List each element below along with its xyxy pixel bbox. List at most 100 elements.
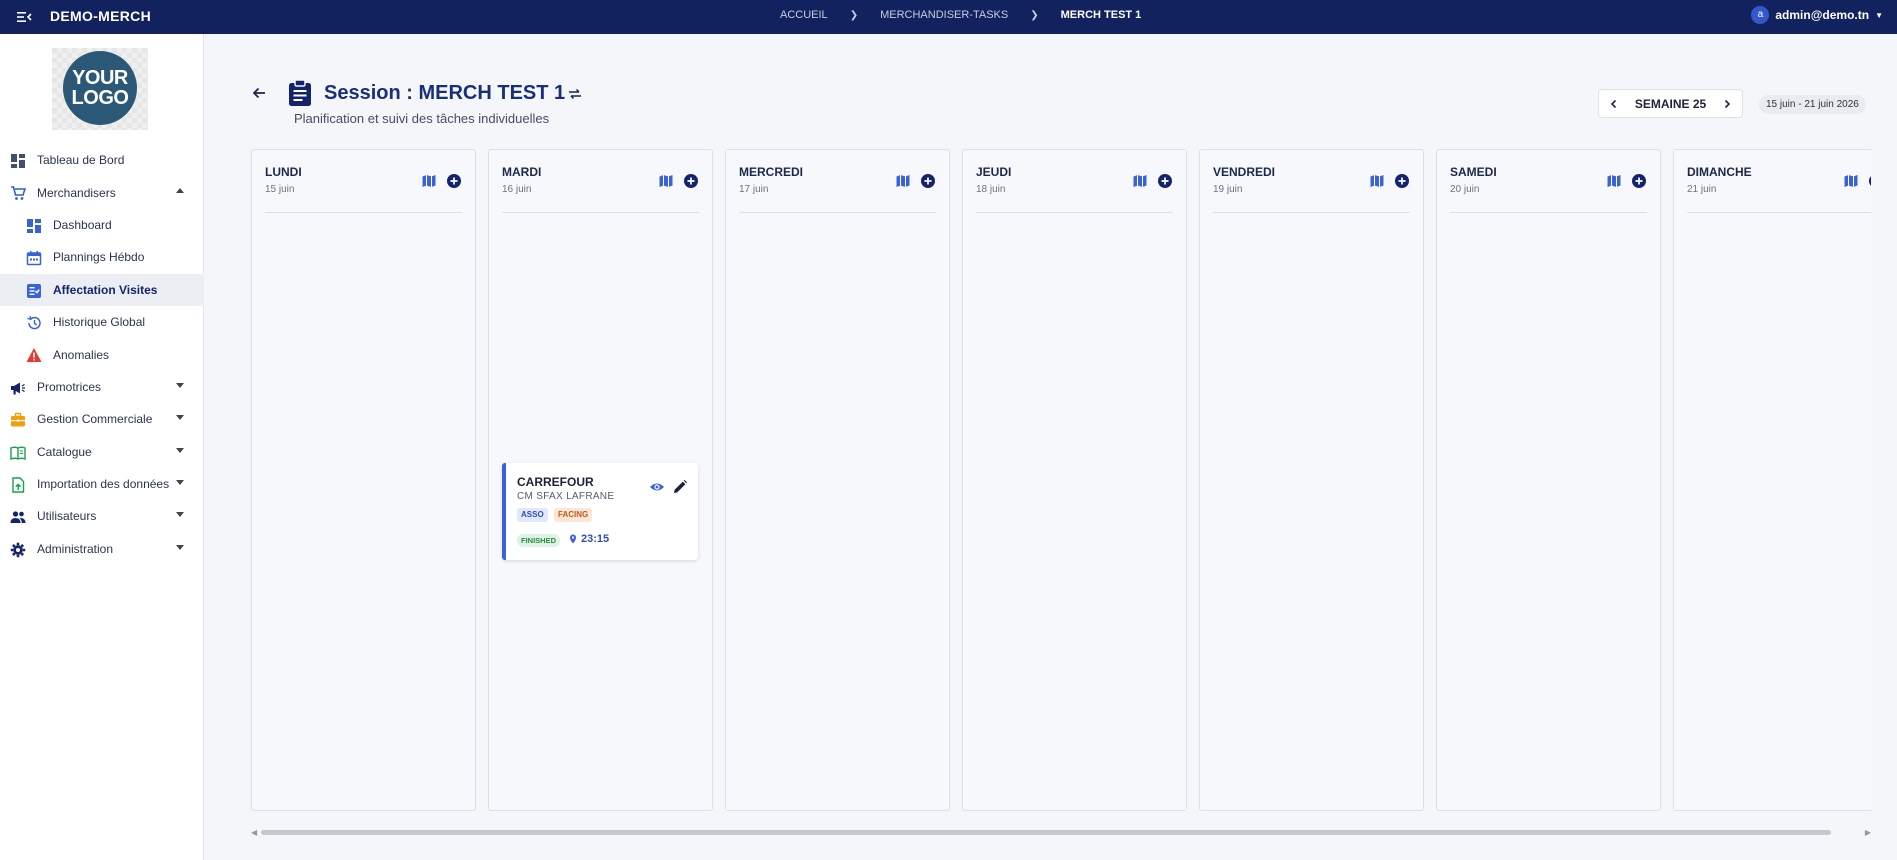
book-icon bbox=[10, 446, 26, 460]
page-subtitle: Planification et suivi des tâches indivi… bbox=[294, 111, 550, 126]
breadcrumb-merchandiser-tasks[interactable]: MERCHANDISER-TASKS bbox=[880, 9, 1008, 21]
sidebar-item-label: Historique Global bbox=[53, 315, 146, 330]
sidebar-item-label: Affectation Visites bbox=[53, 282, 158, 297]
chevron-down-icon bbox=[176, 382, 184, 388]
logo: YOUR LOGO bbox=[52, 48, 148, 130]
swap-icon[interactable] bbox=[567, 86, 583, 102]
sidebar-item-promotrices[interactable]: Promotrices bbox=[0, 371, 204, 403]
sidebar-item-label: Dashboard bbox=[53, 217, 112, 232]
pencil-icon[interactable] bbox=[672, 479, 688, 495]
scrollbar-thumb[interactable] bbox=[261, 830, 1831, 835]
sidebar-item-plannings-hebdo[interactable]: Plannings Hébdo bbox=[0, 241, 204, 273]
day-name: VENDREDI bbox=[1213, 165, 1276, 179]
sidebar-item-label: Gestion Commerciale bbox=[37, 412, 153, 427]
eye-icon[interactable] bbox=[649, 479, 665, 495]
map-icon[interactable] bbox=[1843, 173, 1859, 189]
week-board: LUNDI 15 juin MARDI 16 juin CARREFOUR CM… bbox=[251, 149, 1871, 811]
add-circle-icon[interactable] bbox=[683, 173, 699, 189]
add-circle-icon[interactable] bbox=[1394, 173, 1410, 189]
task-card[interactable]: CARREFOUR CM SFAX LAFRANE ASSO FACING FI… bbox=[502, 463, 698, 560]
sidebar-nav: Tableau de Bord Merchandisers Dashboard … bbox=[0, 144, 204, 565]
sidebar-item-label: Anomalies bbox=[53, 347, 110, 362]
upload-file-icon bbox=[12, 477, 25, 493]
sidebar-item-anomalies[interactable]: Anomalies bbox=[0, 338, 204, 370]
prev-week-button[interactable] bbox=[1607, 97, 1621, 111]
chevron-down-icon bbox=[176, 479, 184, 485]
menu-toggle-icon[interactable] bbox=[16, 9, 32, 25]
divider bbox=[265, 212, 462, 213]
task-store: CARREFOUR bbox=[517, 475, 594, 489]
sidebar-item-dashboard[interactable]: Dashboard bbox=[0, 209, 204, 241]
sidebar-item-gestion-commerciale[interactable]: Gestion Commerciale bbox=[0, 403, 204, 435]
checklist-icon bbox=[27, 283, 41, 298]
day-name: DIMANCHE bbox=[1687, 165, 1752, 179]
gear-icon bbox=[10, 542, 26, 557]
map-icon[interactable] bbox=[895, 173, 911, 189]
map-icon[interactable] bbox=[421, 173, 437, 189]
divider bbox=[739, 212, 936, 213]
divider bbox=[502, 212, 699, 213]
task-time: 23:15 bbox=[568, 533, 609, 545]
scroll-left-icon[interactable]: ◀ bbox=[251, 828, 257, 837]
map-icon[interactable] bbox=[1369, 173, 1385, 189]
logo-circle: YOUR LOGO bbox=[63, 51, 137, 125]
day-date: 19 juin bbox=[1213, 184, 1243, 195]
day-column-samedi: SAMEDI 20 juin bbox=[1436, 149, 1661, 811]
map-icon[interactable] bbox=[1132, 173, 1148, 189]
sidebar-item-label: Utilisateurs bbox=[37, 509, 97, 524]
add-circle-icon[interactable] bbox=[920, 173, 936, 189]
add-circle-icon[interactable] bbox=[1631, 173, 1647, 189]
page-title: Session : MERCH TEST 1 bbox=[324, 82, 566, 104]
date-range-badge: 15 juin - 21 juin 2026 bbox=[1759, 95, 1866, 114]
dashboard-icon bbox=[11, 154, 25, 168]
breadcrumb-accueil[interactable]: ACCUEIL bbox=[780, 9, 828, 21]
map-icon[interactable] bbox=[658, 173, 674, 189]
add-circle-icon[interactable] bbox=[446, 173, 462, 189]
day-date: 15 juin bbox=[265, 184, 295, 195]
day-date: 17 juin bbox=[739, 184, 769, 195]
sidebar-item-utilisateurs[interactable]: Utilisateurs bbox=[0, 500, 204, 532]
chevron-down-icon bbox=[176, 415, 184, 421]
day-name: MARDI bbox=[502, 165, 542, 179]
sidebar-item-importation[interactable]: Importation des données bbox=[0, 468, 204, 500]
day-column-mercredi: MERCREDI 17 juin bbox=[725, 149, 950, 811]
map-icon[interactable] bbox=[1606, 173, 1622, 189]
next-week-button[interactable] bbox=[1720, 97, 1734, 111]
logo-text-line1: YOUR bbox=[72, 67, 128, 89]
briefcase-icon bbox=[11, 412, 25, 427]
user-menu[interactable]: a admin@demo.tn ▼ bbox=[1751, 6, 1883, 24]
chevron-down-icon bbox=[176, 544, 184, 550]
sidebar-item-catalogue[interactable]: Catalogue bbox=[0, 436, 204, 468]
scroll-right-icon[interactable]: ▶ bbox=[1865, 828, 1871, 837]
chevron-right-icon: ❯ bbox=[849, 9, 859, 21]
sidebar-item-label: Administration bbox=[37, 541, 114, 556]
add-circle-icon[interactable] bbox=[1868, 173, 1871, 189]
week-label: SEMAINE 25 bbox=[1634, 96, 1707, 111]
task-tag-facing: FACING bbox=[554, 508, 593, 522]
task-tag-asso: ASSO bbox=[517, 508, 548, 522]
divider bbox=[1213, 212, 1410, 213]
back-arrow-icon[interactable] bbox=[250, 84, 268, 102]
sidebar-item-label: Promotrices bbox=[37, 379, 102, 394]
sidebar-item-merchandisers[interactable]: Merchandisers bbox=[0, 176, 204, 208]
divider bbox=[976, 212, 1173, 213]
location-pin-icon bbox=[570, 534, 576, 544]
horizontal-scrollbar[interactable]: ◀ ▶ bbox=[251, 827, 1871, 837]
sidebar-item-label: Tableau de Bord bbox=[37, 153, 125, 168]
chevron-right-icon bbox=[1724, 99, 1731, 108]
day-name: JEUDI bbox=[976, 165, 1012, 179]
calendar-icon bbox=[26, 251, 42, 266]
app-title: DEMO-MERCH bbox=[50, 8, 151, 24]
sidebar-item-tableau-de-bord[interactable]: Tableau de Bord bbox=[0, 144, 204, 176]
sidebar-item-administration[interactable]: Administration bbox=[0, 533, 204, 565]
sidebar-item-affectation-visites[interactable]: Affectation Visites bbox=[0, 273, 204, 306]
sidebar-item-historique-global[interactable]: Historique Global bbox=[0, 306, 204, 338]
day-name: SAMEDI bbox=[1450, 165, 1497, 179]
chevron-left-icon bbox=[1610, 99, 1617, 108]
avatar: a bbox=[1751, 6, 1770, 24]
day-column-mardi: MARDI 16 juin CARREFOUR CM SFAX LAFRANE … bbox=[488, 149, 713, 811]
day-column-lundi: LUNDI 15 juin bbox=[251, 149, 476, 811]
logo-text-line2: LOGO bbox=[71, 87, 129, 109]
chevron-right-icon: ❯ bbox=[1030, 9, 1039, 21]
add-circle-icon[interactable] bbox=[1157, 173, 1173, 189]
